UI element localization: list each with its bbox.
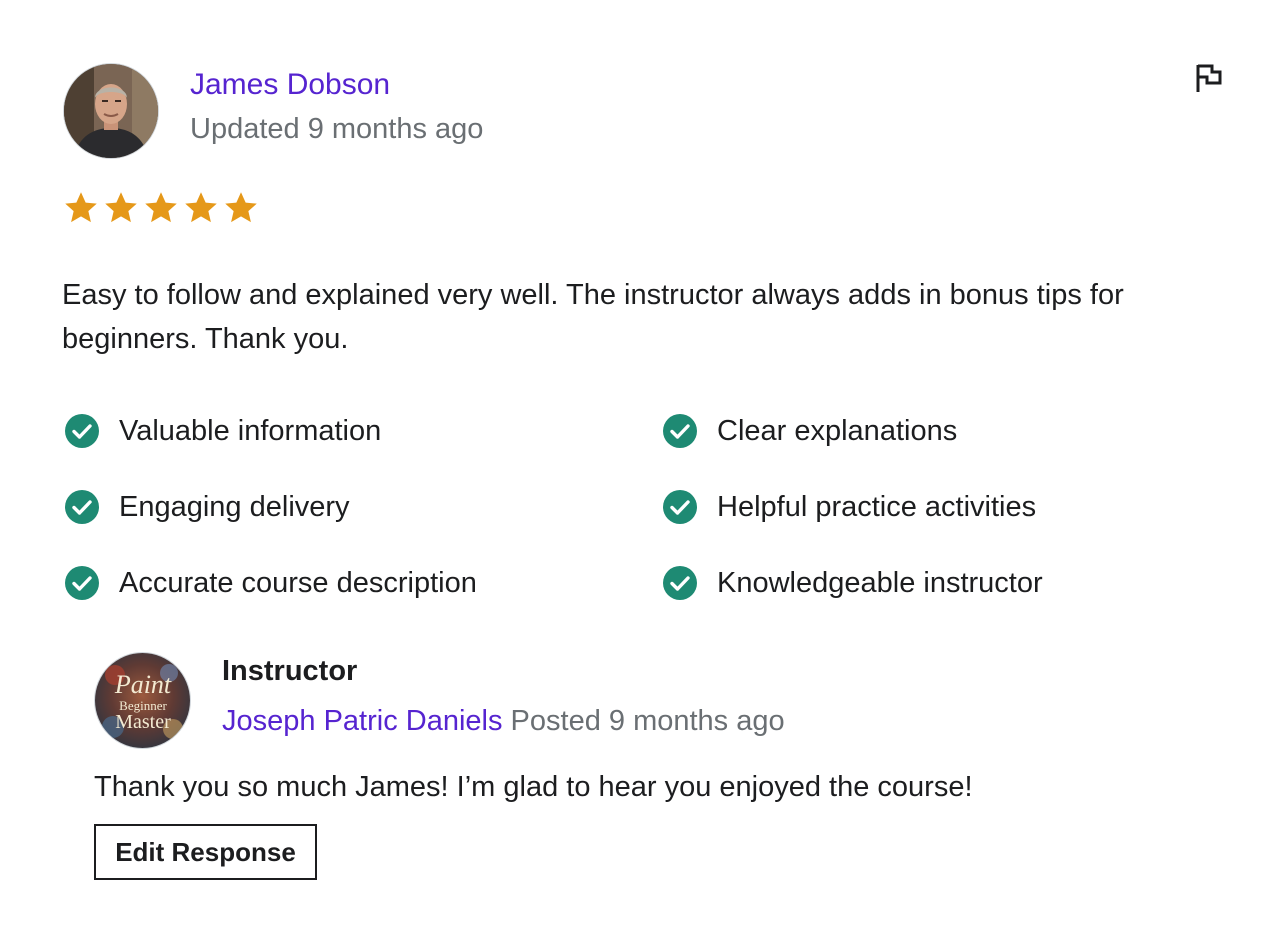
tag-label: Helpful practice activities — [717, 491, 1037, 523]
star-rating — [63, 190, 259, 226]
star-icon — [105, 192, 137, 223]
check-circle-icon — [65, 566, 99, 600]
star-icon — [65, 192, 97, 223]
star-icon — [225, 192, 257, 223]
response-text: Thank you so much James! I’m glad to hea… — [94, 771, 973, 803]
tag-item: Accurate course description — [64, 564, 477, 602]
check-circle-icon — [663, 490, 697, 524]
reviewer-avatar — [63, 63, 159, 159]
tag-label: Accurate course description — [119, 567, 477, 599]
logo-text-line: Paint — [114, 670, 172, 699]
tag-item: Clear explanations — [662, 412, 957, 450]
response-title: Instructor — [222, 655, 358, 687]
check-circle-icon — [663, 414, 697, 448]
tag-label: Knowledgeable instructor — [717, 567, 1043, 599]
instructor-avatar: Paint Beginner Master — [94, 652, 191, 749]
response-timestamp: Posted 9 months ago — [510, 705, 785, 737]
tag-item: Valuable information — [64, 412, 381, 450]
review-text: Easy to follow and explained very well. … — [62, 279, 1124, 355]
review-timestamp: Updated 9 months ago — [190, 113, 484, 145]
tag-item: Engaging delivery — [64, 488, 350, 526]
tag-item: Helpful practice activities — [662, 488, 1036, 526]
tag-label: Valuable information — [119, 415, 382, 447]
check-circle-icon — [65, 414, 99, 448]
review-card: James Dobson Updated 9 months ago Easy t… — [0, 0, 1288, 940]
reviewer-name[interactable]: James Dobson — [190, 66, 390, 104]
star-icon — [145, 192, 177, 223]
tag-label: Engaging delivery — [119, 491, 350, 523]
flag-icon[interactable] — [1194, 62, 1224, 94]
response-meta: Joseph Patric Daniels Posted 9 months ag… — [222, 702, 785, 740]
check-circle-icon — [663, 566, 697, 600]
tag-label: Clear explanations — [717, 415, 958, 447]
tag-item: Knowledgeable instructor — [662, 564, 1043, 602]
check-circle-icon — [65, 490, 99, 524]
logo-text-line: Master — [115, 711, 171, 733]
instructor-name[interactable]: Joseph Patric Daniels — [222, 705, 502, 737]
star-icon — [185, 192, 217, 223]
edit-response-button[interactable]: Edit Response — [94, 824, 317, 880]
